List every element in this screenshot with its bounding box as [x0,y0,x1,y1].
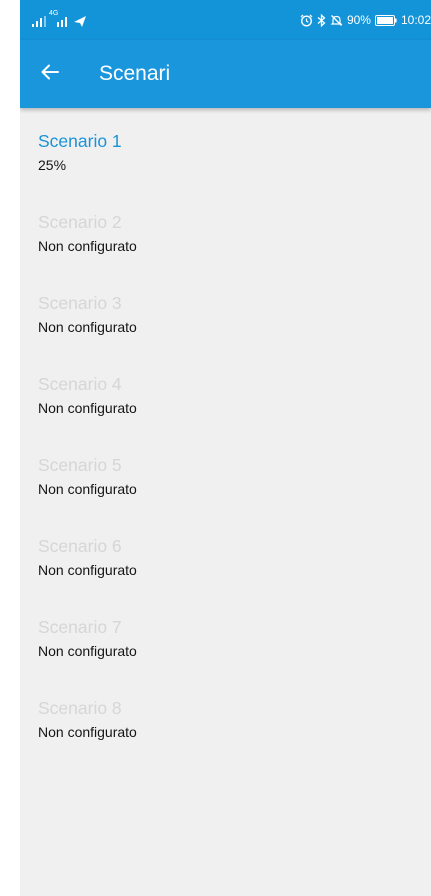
signal-icon [32,16,46,27]
scenario-item-4[interactable]: Scenario 4 Non configurato [20,351,431,431]
app-screen: 4G 90% 10:02 Scenari Scenario 1 25% Scen… [20,0,431,896]
back-button[interactable] [34,58,66,90]
status-left-icons: 4G [32,10,86,27]
clock-time: 10:02 [400,13,431,27]
status-right-icons: 90% 10:02 [300,12,431,28]
mute-icon [330,14,343,27]
scenario-status: Non configurato [38,643,137,659]
battery-icon [374,14,397,26]
scenario-status: Non configurato [38,400,137,416]
scenario-item-3[interactable]: Scenario 3 Non configurato [20,270,431,350]
bluetooth-icon [317,13,326,27]
scenario-item-8[interactable]: Scenario 8 Non configurato [20,675,431,755]
scenario-status: Non configurato [38,724,137,740]
page-title: Scenari [99,62,171,85]
scenario-name: Scenario 3 [38,293,122,313]
scenario-item-1[interactable]: Scenario 1 25% [20,108,431,188]
scenario-name: Scenario 2 [38,212,122,232]
scenario-name: Scenario 5 [38,455,122,475]
battery-percent: 90% [346,13,371,27]
back-arrow-icon [41,64,59,85]
scenario-name: Scenario 7 [38,617,122,637]
scenario-status: Non configurato [38,319,137,335]
scenario-item-7[interactable]: Scenario 7 Non configurato [20,594,431,674]
alarm-icon [300,14,313,27]
scenario-status: 25% [38,157,67,173]
scenario-status: Non configurato [38,562,137,578]
scenario-item-6[interactable]: Scenario 6 Non configurato [20,513,431,593]
location-arrow-icon [74,16,86,27]
scenario-name: Scenario 8 [38,698,122,718]
scenario-name: Scenario 1 [38,131,122,151]
scenario-item-5[interactable]: Scenario 5 Non configurato [20,432,431,512]
network-4g-icon: 4G [49,10,71,27]
scenario-name: Scenario 6 [38,536,122,556]
scenario-status: Non configurato [38,238,137,254]
scenario-status: Non configurato [38,481,137,497]
scenario-item-2[interactable]: Scenario 2 Non configurato [20,189,431,269]
app-toolbar: Scenari [20,40,431,108]
status-bar: 4G 90% 10:02 [20,0,431,40]
scenario-name: Scenario 4 [38,374,122,394]
